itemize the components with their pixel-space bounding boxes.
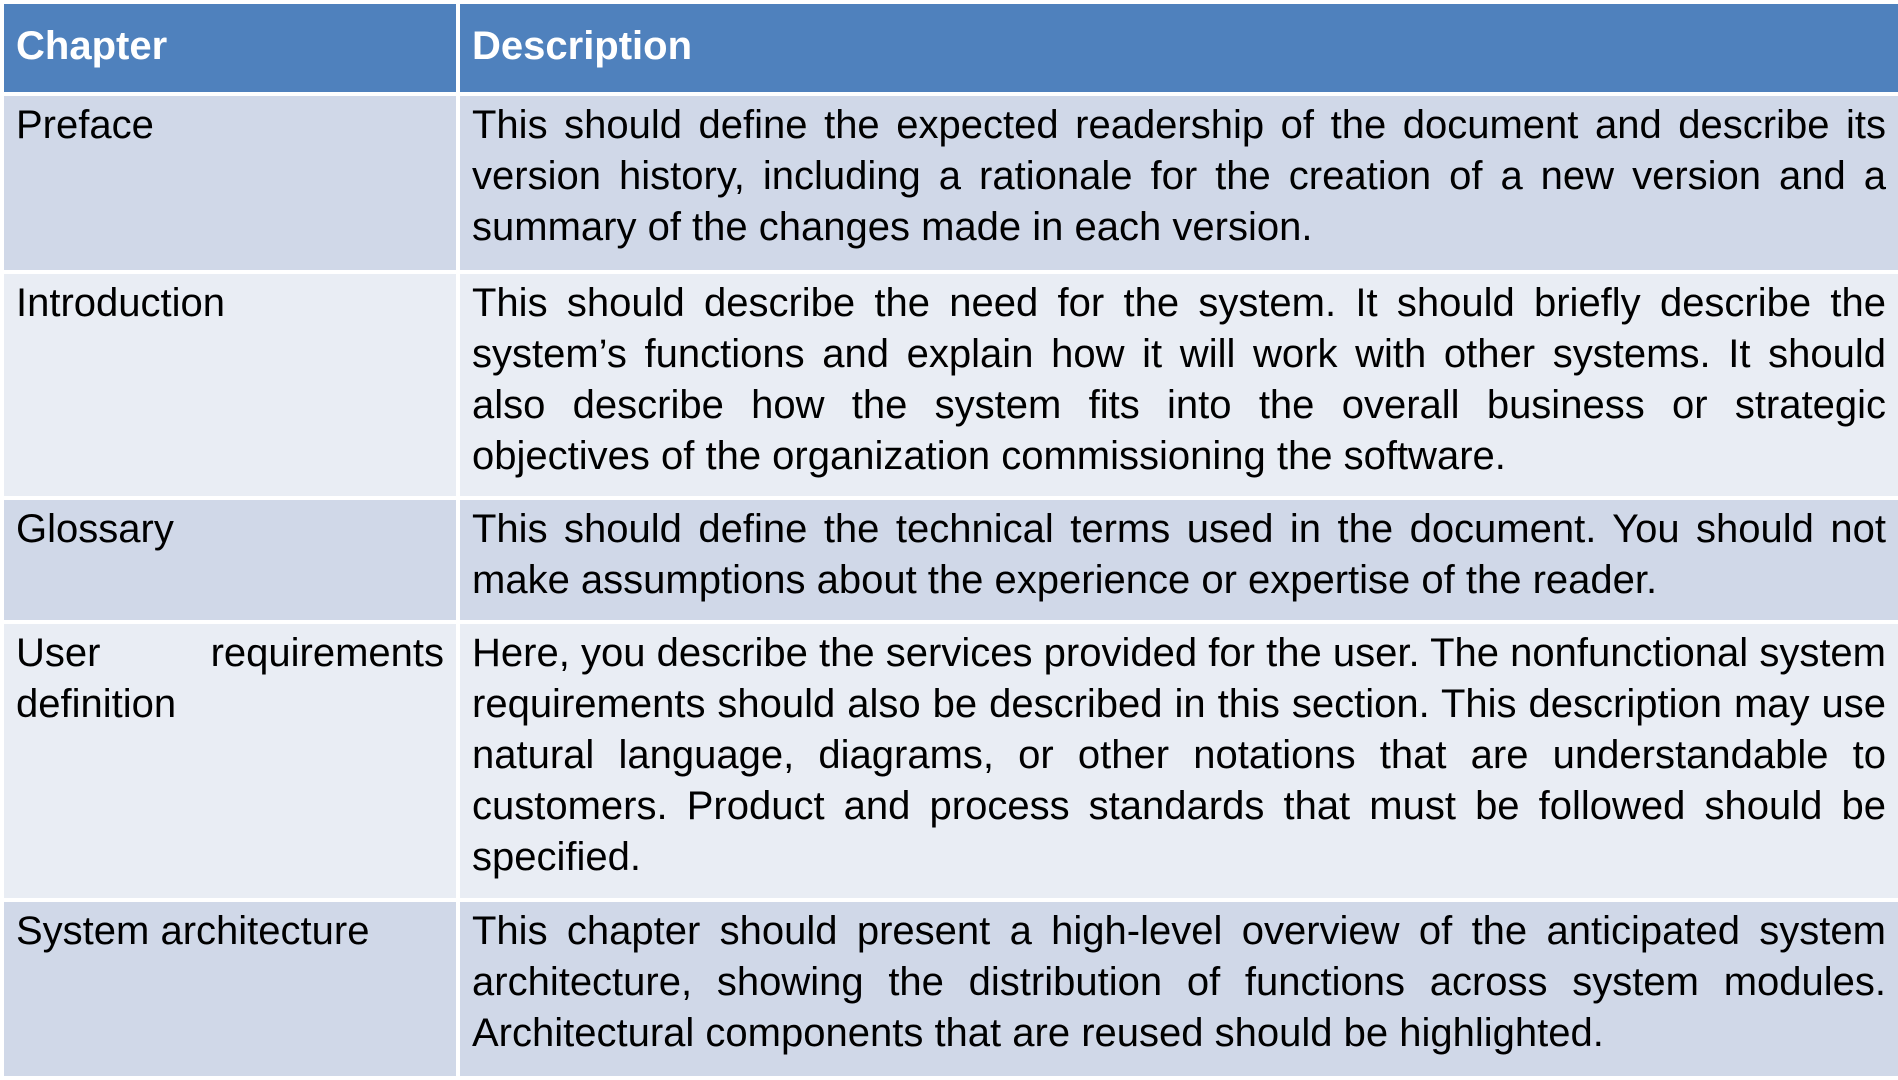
description-cell-system-architecture: This chapter should present a high-level… [456, 898, 1898, 1080]
table-row: System architecture This chapter should … [0, 898, 1898, 1080]
column-header-chapter: Chapter [0, 0, 460, 96]
table-row: Preface This should define the expected … [0, 92, 1898, 274]
chapter-cell-user-requirements-definition: User requirements definition [0, 620, 460, 902]
chapters-table: Chapter Description Preface This should … [0, 0, 1898, 1080]
description-cell-preface: This should define the expected readersh… [456, 92, 1898, 274]
chapter-first-line: User requirements [16, 628, 444, 679]
description-cell-introduction: This should describe the need for the sy… [456, 270, 1898, 500]
table-header-row: Chapter Description [0, 0, 1898, 96]
table-row: Glossary This should define the technica… [0, 496, 1898, 624]
chapter-cell-introduction: Introduction [0, 270, 460, 500]
description-cell-glossary: This should define the technical terms u… [456, 496, 1898, 624]
chapter-word-user: User [16, 631, 101, 675]
column-header-description: Description [456, 0, 1898, 96]
chapter-cell-glossary: Glossary [0, 496, 460, 624]
requirements-document-structure-table: Chapter Description Preface This should … [0, 0, 1898, 1080]
table-row: User requirements definition Here, you d… [0, 620, 1898, 902]
description-cell-user-requirements-definition: Here, you describe the services provided… [456, 620, 1898, 902]
chapter-second-line: definition [16, 682, 177, 726]
chapter-word-requirements: requirements [210, 631, 444, 675]
chapter-cell-system-architecture: System architecture [0, 898, 460, 1080]
chapter-cell-preface: Preface [0, 92, 460, 274]
table-row: Introduction This should describe the ne… [0, 270, 1898, 500]
